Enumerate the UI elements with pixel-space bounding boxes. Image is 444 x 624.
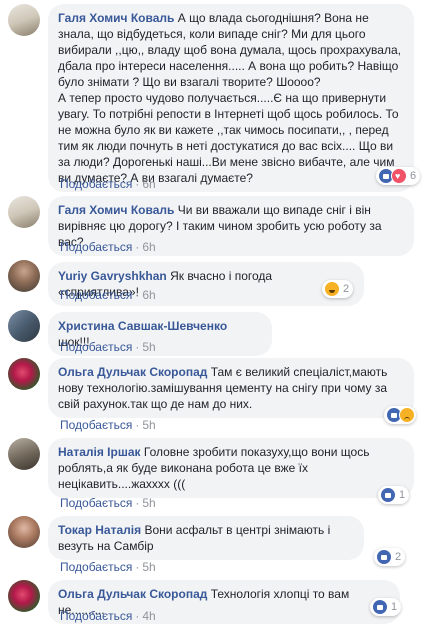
like-button[interactable]: Подобається: [60, 288, 132, 302]
comment-item: Yuriy Gavryshkhan Як вчасно і погода «сп…: [8, 260, 440, 306]
timestamp[interactable]: 5h: [142, 560, 155, 574]
like-button[interactable]: Подобається: [60, 609, 132, 623]
comment-item: Наталія Іршак Головне зробити показуху,щ…: [8, 438, 440, 512]
reaction-count: 2: [395, 551, 402, 563]
timestamp[interactable]: 5h: [142, 496, 155, 510]
separator: ·: [135, 560, 140, 574]
timestamp[interactable]: 6h: [142, 177, 155, 191]
avatar[interactable]: [8, 4, 40, 36]
timestamp[interactable]: 4h: [142, 609, 155, 623]
reaction-count: 1: [391, 601, 398, 613]
separator: ·: [135, 340, 140, 354]
reactions-badge[interactable]: [384, 406, 416, 424]
timestamp[interactable]: 6h: [142, 288, 155, 302]
timestamp[interactable]: 5h: [142, 418, 155, 432]
comment-actions: Подобається · 5h: [60, 340, 156, 354]
comment-actions: Подобається · 6h: [60, 177, 156, 191]
reactions-badge[interactable]: 1: [370, 598, 402, 616]
separator: ·: [135, 177, 140, 191]
like-button[interactable]: Подобається: [60, 177, 132, 191]
comment-actions: Подобається · 4h: [60, 609, 156, 623]
separator: ·: [135, 240, 140, 254]
reactions-badge[interactable]: 6: [376, 167, 421, 185]
comment-bubble: Ольга Дульчак Скоропад Там є великий спе…: [48, 358, 414, 418]
like-button[interactable]: Подобається: [60, 340, 132, 354]
comment-item: Галя Хомич Коваль А що влада сьогоднішня…: [8, 4, 440, 192]
separator: ·: [135, 609, 140, 623]
like-button[interactable]: Подобається: [60, 560, 132, 574]
like-reaction-icon: [380, 487, 396, 503]
avatar[interactable]: [8, 260, 40, 292]
comment-actions: Подобається · 6h: [60, 288, 156, 302]
comment-bubble: Токар Наталія Вони асфальт в центрі знім…: [48, 516, 364, 560]
avatar[interactable]: [8, 196, 40, 228]
avatar[interactable]: [8, 358, 40, 390]
comment-actions: Подобається · 5h: [60, 418, 156, 432]
comment-actions: Подобається · 6h: [60, 240, 156, 254]
haha-reaction-icon: [324, 281, 340, 297]
author-name[interactable]: Наталія Іршак: [58, 445, 141, 459]
like-reaction-icon: [372, 599, 388, 615]
reaction-count: 2: [343, 283, 350, 295]
comment-actions: Подобається · 5h: [60, 560, 156, 574]
separator: ·: [135, 496, 140, 510]
author-name[interactable]: Ольга Дульчак Скоропад: [58, 587, 207, 601]
avatar[interactable]: [8, 310, 40, 342]
timestamp[interactable]: 5h: [142, 340, 155, 354]
author-name[interactable]: Христина Савшак-Шевченко: [58, 319, 227, 333]
author-name[interactable]: Ольга Дульчак Скоропад: [58, 365, 207, 379]
author-name[interactable]: Галя Хомич Коваль: [58, 203, 174, 217]
author-name[interactable]: Галя Хомич Коваль: [58, 11, 174, 25]
like-button[interactable]: Подобається: [60, 240, 132, 254]
comment-item: Токар Наталія Вони асфальт в центрі знім…: [8, 516, 440, 576]
avatar[interactable]: [8, 580, 40, 612]
timestamp[interactable]: 6h: [142, 240, 155, 254]
separator: ·: [135, 418, 140, 432]
comment-actions: Подобається · 5h: [60, 496, 156, 510]
comment-bubble: Наталія Іршак Головне зробити показуху,щ…: [48, 438, 414, 498]
reactions-badge[interactable]: 1: [378, 486, 410, 504]
like-reaction-icon: [376, 549, 392, 565]
reactions-badge[interactable]: 2: [322, 280, 354, 298]
separator: ·: [135, 288, 140, 302]
love-reaction-icon: [391, 168, 407, 184]
avatar[interactable]: [8, 438, 40, 470]
reactions-badge[interactable]: 2: [374, 548, 406, 566]
comment-bubble: Галя Хомич Коваль А що влада сьогоднішня…: [48, 4, 414, 192]
sad-reaction-icon: [399, 407, 415, 423]
comment-item: Христина Савшак-Шевченко шок!!! Подобаєт…: [8, 310, 440, 356]
comment-item: Галя Хомич Коваль Чи ви вважали що випад…: [8, 196, 440, 256]
avatar[interactable]: [8, 516, 40, 548]
author-name[interactable]: Yuriy Gavryshkhan: [58, 269, 167, 283]
comment-item: Ольга Дульчак Скоропад Там є великий спе…: [8, 358, 440, 434]
reaction-count: 1: [399, 489, 406, 501]
comment-text: А що влада сьогоднішня? Вона не знала, щ…: [58, 11, 401, 185]
like-button[interactable]: Подобається: [60, 496, 132, 510]
like-button[interactable]: Подобається: [60, 418, 132, 432]
comment-item: Ольга Дульчак Скоропад Технологія хлопці…: [8, 580, 440, 624]
author-name[interactable]: Токар Наталія: [58, 523, 141, 537]
reaction-count: 6: [410, 170, 417, 182]
